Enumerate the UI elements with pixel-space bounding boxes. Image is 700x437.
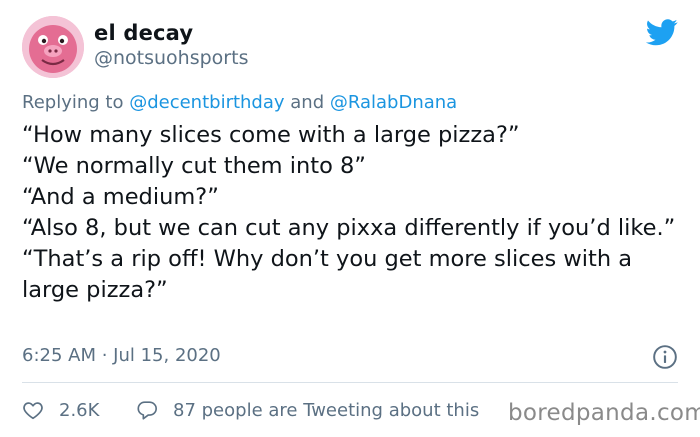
display-name[interactable]: el decay <box>94 21 193 45</box>
speech-bubble-icon <box>137 401 157 420</box>
twitter-bird-icon[interactable] <box>646 19 678 46</box>
tweet-text-line: “We normally cut them into 8” <box>22 153 366 179</box>
mention-link[interactable]: @RalabDnana <box>330 92 457 113</box>
avatar-image <box>22 16 84 78</box>
conversation-text: 87 people are Tweeting about this <box>173 399 480 421</box>
tweet-text-line: “How many slices come with a large pizza… <box>22 122 520 148</box>
avatar[interactable] <box>22 16 84 78</box>
tweet-text-line: “Also 8, but we can cut any pixxa differ… <box>22 215 676 241</box>
info-icon[interactable] <box>652 344 678 370</box>
tweet-text-line: “And a medium?” <box>22 184 219 210</box>
watermark: boredpanda.com <box>508 400 700 426</box>
divider <box>22 382 678 383</box>
heart-outline-icon <box>23 402 43 420</box>
mention-link[interactable]: @decentbirthday <box>129 92 284 113</box>
tweet-timestamp[interactable]: 6:25 AM · Jul 15, 2020 <box>22 345 221 366</box>
replying-to-prefix: Replying to <box>22 92 130 113</box>
tweet-text: “How many slices come with a large pizza… <box>22 120 690 306</box>
like-count: 2.6K <box>59 399 100 421</box>
replying-to-conjunction: and <box>284 92 330 113</box>
tweet-text-line: “That’s a rip off! Why don’t you get mor… <box>22 246 633 303</box>
like-button[interactable]: 2.6K <box>22 398 99 422</box>
conversation-link[interactable]: 87 people are Tweeting about this <box>136 398 479 422</box>
user-handle[interactable]: @notsuohsports <box>94 47 248 69</box>
replying-to-line: Replying to @decentbirthday and @RalabDn… <box>22 92 457 113</box>
